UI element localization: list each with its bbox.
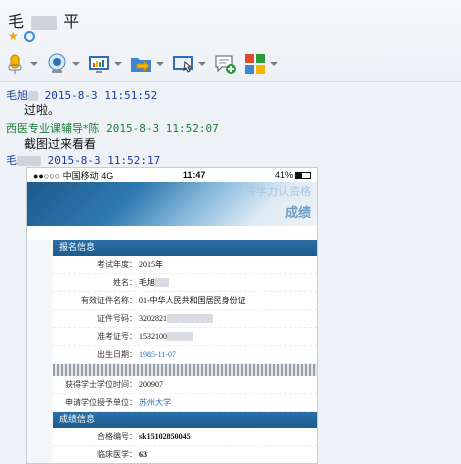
message-time: 2015-8-3 11:52:07 [106,122,219,135]
score-row: 合格编号： sk15102850045 [53,428,317,446]
message-meta: 西医专业课辅导*陈 2015-8-3 11:52:07 [6,120,219,136]
chat-header: 毛 平 ★ [0,0,461,82]
field-value: 200907 [139,380,163,389]
apps-button[interactable] [244,50,278,78]
screen-share-button[interactable] [88,50,122,78]
banner-title: 高等学力认资格 [234,185,311,198]
banner-subtitle: 成绩 [284,206,311,221]
field-value: 1532100 [139,332,167,341]
message-text: 过啦。 [24,103,61,117]
contact-name-suffix: 平 [63,12,81,31]
field-value: 苏州大学 [139,398,171,407]
field-value: 2015年 [139,260,163,269]
carrier-label: ●●○○○ 中国移动 [33,170,99,181]
status-icon[interactable] [24,31,35,42]
redacted-name [28,91,38,101]
video-call-button[interactable] [46,50,80,78]
field-value: 1985-11-07 [139,350,177,359]
phone-time: 11:47 [182,170,206,180]
field-label: 有效证件名称： [81,296,137,305]
battery-label: 41% [274,170,293,180]
message-text: 截图过来看看 [24,137,97,151]
field-value: sk15102850045 [139,432,191,441]
score-row: 临床医学： 63 [53,446,317,463]
send-file-button[interactable] [130,50,164,78]
chevron-down-icon[interactable] [270,62,278,66]
field-value: 3202821 [139,314,167,323]
voice-call-button[interactable] [4,50,38,78]
contact-title: 毛 平 [8,8,80,32]
info-row: 证件号码： 3202821 [53,310,317,328]
info-row: 考试年度： 2015年 [53,256,317,274]
info-row: 姓名： 毛旭 [53,274,317,292]
screen-share-icon [88,53,110,75]
sms-icon [214,53,236,75]
message-meta: 毛 2015-8-3 11:52:17 [6,152,160,168]
info-row: 申请学位授予单位： 苏州大学 [53,394,317,412]
apps-icon [244,53,266,75]
info-row: 有效证件名称： 01-中华人民共和国居民身份证 [53,292,317,310]
toolbar [4,50,286,78]
field-label: 获得学士学位时间： [65,380,137,389]
redacted-name [31,15,58,30]
field-label: 出生日期： [97,350,137,359]
star-icon[interactable]: ★ [8,30,20,42]
chevron-down-icon[interactable] [114,62,122,66]
field-label: 证件号码： [97,314,137,323]
field-value: 63 [139,450,147,459]
remote-assist-button[interactable] [172,50,206,78]
screenshot-image[interactable]: ●●○○○ 中国移动 4G 11:47 41% 高等学力认资格 成绩 报名信息 … [26,167,318,464]
chevron-down-icon[interactable] [156,62,164,66]
info-row: 出生日期： 1985-11-07 [53,346,317,364]
field-label: 考试年度： [97,260,137,269]
field-value: 01-中华人民共和国居民身份证 [139,296,246,305]
field-label: 临床医学： [97,450,137,459]
microphone-icon [4,53,26,75]
network-label: 4G [101,170,114,181]
sender-name: 西医专业课辅导*陈 [6,122,100,135]
message-time: 2015-8-3 11:52:17 [47,154,161,167]
redacted-stripe [53,364,317,376]
file-send-icon [130,53,152,75]
status-row: ★ [8,30,35,44]
sms-button[interactable] [214,50,236,78]
section-header: 成绩信息 [53,412,317,428]
field-label: 申请学位授予单位： [65,398,137,407]
chevron-down-icon[interactable] [30,62,38,66]
message-time: 2015-8-3 11:51:52 [44,89,158,102]
phone-status-bar: ●●○○○ 中国移动 4G 11:47 41% [27,168,317,182]
battery-icon [294,172,311,180]
sender-name: 毛 [6,154,17,167]
field-label: 准考证号： [97,332,137,341]
section-header: 报名信息 [53,240,317,256]
webcam-icon [46,53,68,75]
chevron-down-icon[interactable] [198,62,206,66]
page-banner: 高等学力认资格 成绩 [27,182,317,226]
field-value: 毛旭 [139,278,155,287]
redacted-name [17,156,41,166]
info-row: 获得学士学位时间： 200907 [53,376,317,394]
chevron-down-icon[interactable] [72,62,80,66]
field-label: 姓名： [113,278,137,287]
field-label: 合格编号： [97,432,137,441]
info-row: 准考证号： 1532100 [53,328,317,346]
remote-assist-icon [172,53,194,75]
